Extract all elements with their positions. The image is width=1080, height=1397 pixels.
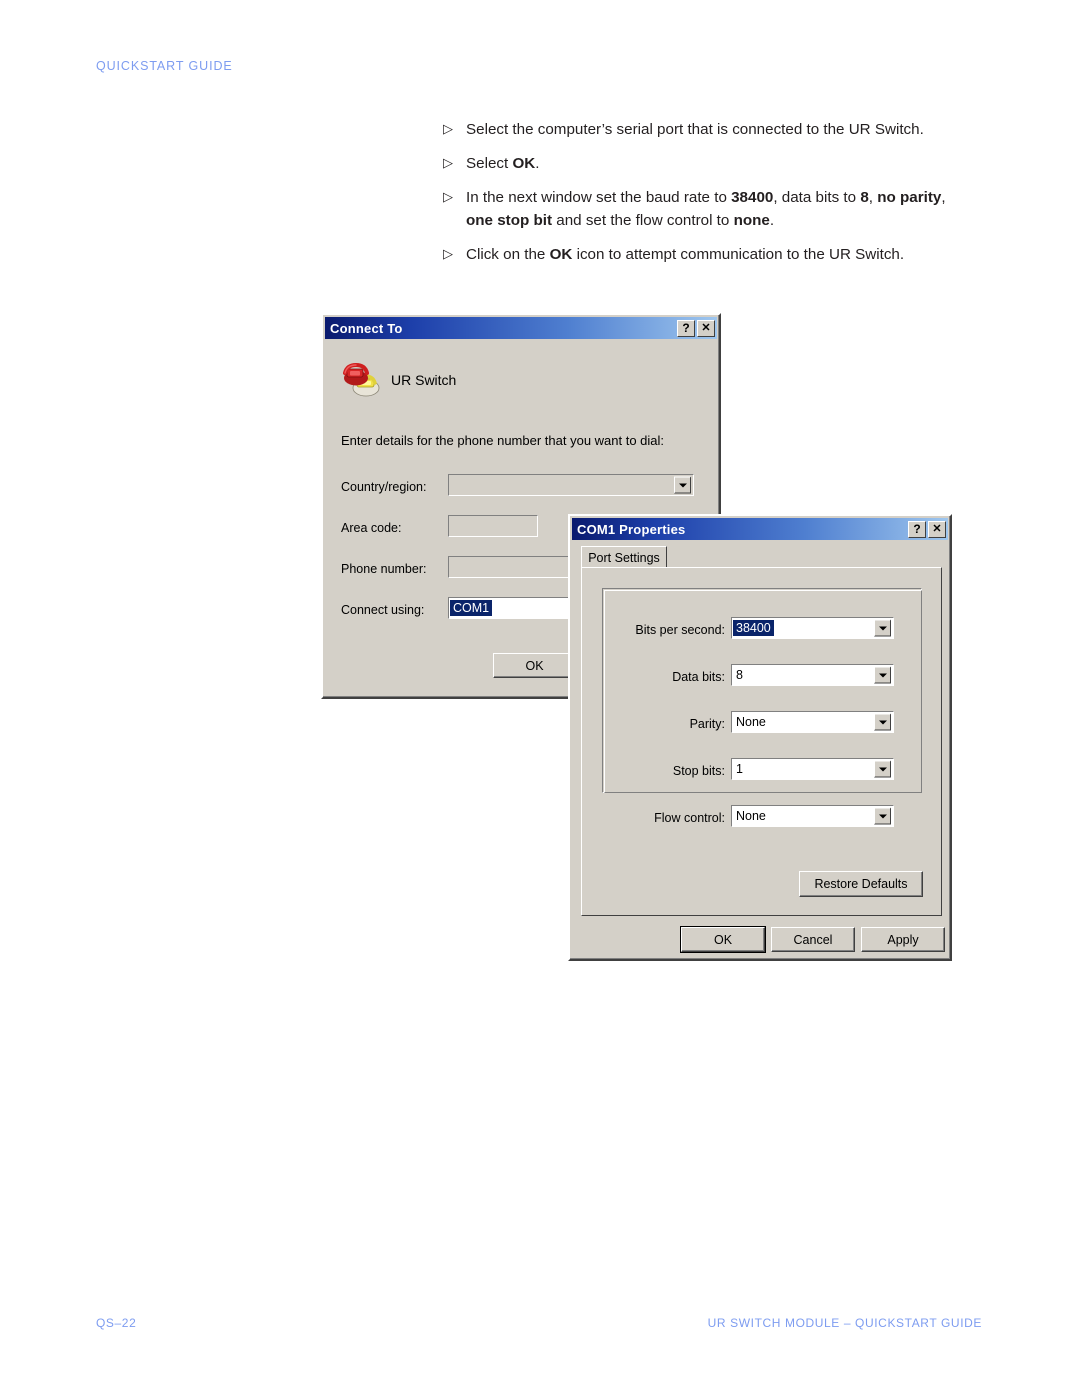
- triangle-bullet-icon: ▷: [443, 121, 453, 136]
- restore-defaults-button[interactable]: Restore Defaults: [799, 871, 923, 897]
- bits-per-second-value: 38400: [733, 620, 774, 636]
- instruction-text-click-ok-icon: Click on the OK icon to attempt communic…: [466, 246, 905, 264]
- list-item: ▷ In the next window set the baud rate t…: [443, 186, 953, 232]
- area-code-label: Area code:: [341, 521, 402, 535]
- chevron-down-icon[interactable]: [874, 713, 891, 731]
- tab-port-settings[interactable]: Port Settings: [581, 546, 667, 568]
- list-item: ▷ Click on the OK icon to attempt commun…: [443, 243, 953, 266]
- list-item: ▷ Select the computer’s serial port that…: [443, 118, 953, 141]
- flow-control-select[interactable]: None: [731, 805, 894, 827]
- stop-bits-value: 1: [736, 762, 743, 776]
- list-item: ▷ Select OK.: [443, 152, 953, 175]
- page-header: QUICKSTART GUIDE: [96, 59, 233, 73]
- stop-bits-select[interactable]: 1: [731, 758, 894, 780]
- close-icon[interactable]: ✕: [697, 319, 715, 337]
- chevron-down-icon[interactable]: [874, 619, 891, 637]
- com1-title: COM1 Properties: [577, 521, 686, 537]
- com1-apply-button[interactable]: Apply: [861, 927, 945, 952]
- com1-ok-button[interactable]: OK: [680, 926, 766, 953]
- triangle-bullet-icon: ▷: [443, 246, 453, 262]
- area-code-input[interactable]: [448, 515, 538, 537]
- instruction-text-set-baud-rate: In the next window set the baud rate to …: [466, 189, 946, 230]
- com1-properties-dialog: COM1 Properties ? ✕ Port Settings Bits p…: [568, 514, 952, 961]
- parity-select[interactable]: None: [731, 711, 894, 733]
- data-bits-label: Data bits:: [672, 670, 725, 684]
- triangle-bullet-icon: ▷: [443, 155, 453, 171]
- help-button[interactable]: ?: [908, 520, 926, 538]
- help-button[interactable]: ?: [677, 319, 695, 337]
- parity-label: Parity:: [689, 717, 725, 731]
- com1-titlebar[interactable]: COM1 Properties ? ✕: [572, 518, 948, 540]
- triangle-bullet-icon: ▷: [443, 189, 453, 205]
- dialog-prompt: Enter details for the phone number that …: [341, 433, 665, 448]
- country-region-label: Country/region:: [341, 480, 427, 494]
- flow-control-label: Flow control:: [654, 811, 725, 825]
- instruction-text-select-serial-port: Select the computer’s serial port that i…: [466, 121, 924, 138]
- connect-to-titlebar[interactable]: Connect To ? ✕: [325, 317, 717, 339]
- connection-name: UR Switch: [391, 372, 457, 388]
- chevron-down-icon[interactable]: [874, 666, 891, 684]
- stop-bits-label: Stop bits:: [672, 764, 725, 778]
- connect-to-title: Connect To: [330, 320, 403, 336]
- parity-value: None: [736, 715, 766, 729]
- bits-per-second-select[interactable]: 38400: [731, 617, 894, 639]
- page-number: QS–22: [96, 1316, 137, 1330]
- data-bits-select[interactable]: 8: [731, 664, 894, 686]
- chevron-down-icon[interactable]: [674, 476, 691, 494]
- flow-control-value: None: [736, 809, 766, 823]
- close-icon[interactable]: ✕: [928, 520, 946, 538]
- instruction-text-select-ok: Select OK.: [466, 155, 540, 173]
- connect-using-value: COM1: [450, 600, 493, 616]
- connect-to-ok-button[interactable]: OK: [493, 653, 576, 678]
- chevron-down-icon[interactable]: [874, 760, 891, 778]
- instruction-list: ▷ Select the computer’s serial port that…: [443, 118, 953, 277]
- bits-per-second-label: Bits per second:: [635, 623, 725, 637]
- phone-number-label: Phone number:: [341, 562, 427, 576]
- com1-cancel-button[interactable]: Cancel: [771, 927, 855, 952]
- country-region-select[interactable]: [448, 474, 694, 496]
- data-bits-value: 8: [736, 668, 743, 682]
- chevron-down-icon[interactable]: [874, 807, 891, 825]
- footer-document-title: UR SWITCH MODULE – QUICKSTART GUIDE: [707, 1316, 982, 1330]
- telephone-icon: [341, 359, 383, 397]
- connect-using-label: Connect using:: [341, 603, 425, 617]
